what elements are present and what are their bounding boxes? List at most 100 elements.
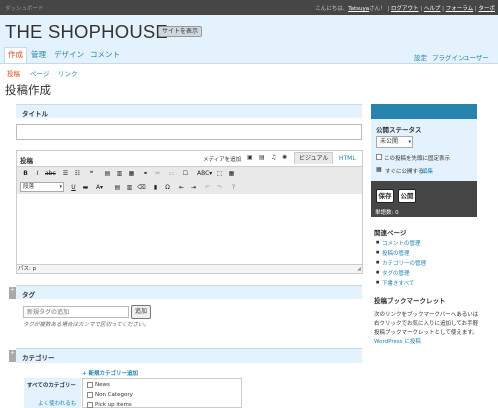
list-item[interactable]: コメントの管理 <box>376 239 426 249</box>
list-item[interactable]: カテゴリーの管理 <box>376 259 426 269</box>
kitchen-sink-icon[interactable]: ▦ <box>227 169 236 178</box>
turbo-link[interactable]: ターボ <box>478 6 495 12</box>
bookmarklet-text: 次のリンクをブックマークバーへあるいは右クリックでお気に入りに追加してお手軽投稿… <box>374 312 479 336</box>
dashboard-link[interactable]: ダッシュボード <box>5 4 44 12</box>
post-box-label: 投稿 <box>20 157 33 165</box>
category-checkbox[interactable] <box>87 402 93 408</box>
strikethrough-icon[interactable]: abc <box>45 169 56 178</box>
list-item[interactable]: タグの管理 <box>376 269 426 279</box>
blockquote-icon[interactable]: ❝ <box>87 169 96 178</box>
numbered-list-icon[interactable]: ☷ <box>73 169 82 178</box>
save-button[interactable]: 保存 <box>376 189 394 203</box>
menu-plugins[interactable]: プラグイン <box>432 52 465 62</box>
bold-icon[interactable]: B <box>21 169 30 178</box>
add-media-label: メディアを追加 <box>203 157 242 163</box>
submenu-post[interactable]: 投稿 <box>7 68 20 78</box>
bookmarklet-link[interactable]: WordPress に投稿 <box>374 339 421 345</box>
related-link[interactable]: 下書きすべて <box>382 281 414 287</box>
category-checkbox[interactable] <box>87 392 93 398</box>
submenu-page[interactable]: ページ <box>30 68 49 78</box>
categories-collapse-icon[interactable]: + <box>9 350 16 362</box>
editor-content[interactable] <box>17 194 362 264</box>
media-icon[interactable]: ▮ <box>151 183 160 192</box>
more-icon[interactable]: ▭ <box>167 169 176 178</box>
bookmarklet-text-block: 次のリンクをブックマークバーへあるいは右クリックでお気に入りに追加してお手軽投稿… <box>374 311 482 347</box>
bullet-list-icon[interactable]: ☰ <box>61 169 70 178</box>
menu-comments[interactable]: コメント <box>90 49 120 60</box>
tab-visual[interactable]: ビジュアル <box>294 152 334 164</box>
unlink-icon[interactable]: ⚮ <box>153 169 162 178</box>
add-category-link[interactable]: + 新規カテゴリー追加 <box>82 369 138 377</box>
link-icon[interactable]: ⚭ <box>141 169 150 178</box>
menu-manage[interactable]: 管理 <box>31 49 46 60</box>
title-box-label: タイトル <box>22 110 48 118</box>
undo-icon[interactable]: ↶ <box>203 183 212 192</box>
add-media-icon[interactable]: ✺ <box>282 154 287 161</box>
tab-html[interactable]: HTML <box>339 155 356 162</box>
greeting-suffix: さん！ <box>369 6 386 12</box>
status-select[interactable]: 未公開 ▾ <box>376 136 413 148</box>
publish-immediately-label: すぐに公開する <box>385 169 424 175</box>
related-link[interactable]: カテゴリーの管理 <box>382 261 426 267</box>
menu-design[interactable]: デザイン <box>54 49 84 60</box>
clear-format-icon[interactable]: ⌫ <box>137 183 146 192</box>
italic-icon[interactable]: I <box>33 169 42 178</box>
category-checkbox[interactable] <box>87 382 93 388</box>
status-select-value: 未公開 <box>380 138 399 145</box>
category-label: Pick up items <box>95 402 132 408</box>
indent-icon[interactable]: ⇥ <box>189 183 198 192</box>
paste-text-icon[interactable]: ▤ <box>113 183 122 192</box>
menu-settings[interactable]: 設定 <box>414 52 427 62</box>
menu-write[interactable]: 作成 <box>4 47 27 63</box>
list-item[interactable]: 投稿の管理 <box>376 249 426 259</box>
tags-hint: タグが複数ある場合はカンマで区切ってください。 <box>23 322 150 328</box>
editor-path: パス: p ◢ <box>17 264 362 273</box>
tags-box-header: タグ <box>16 285 362 299</box>
format-select[interactable]: 段落 ▾ <box>20 182 64 192</box>
outdent-icon[interactable]: ⇤ <box>177 183 186 192</box>
add-tag-button[interactable]: 追加 <box>131 305 151 319</box>
view-site-button[interactable]: サイトを表示 <box>158 26 203 37</box>
add-audio-icon[interactable]: ♫ <box>271 154 276 161</box>
publish-status-label: 公開ステータス <box>376 126 422 134</box>
page-break-icon[interactable]: ☐ <box>181 169 190 178</box>
title-input[interactable] <box>16 124 362 140</box>
menu-users[interactable]: ユーザー <box>463 52 489 62</box>
related-link[interactable]: タグの管理 <box>382 271 410 277</box>
help-link[interactable]: ヘルプ <box>424 6 441 12</box>
related-link[interactable]: コメントの管理 <box>382 241 421 247</box>
edit-timestamp-link[interactable]: 編集 <box>422 167 433 175</box>
tab-popular-categories[interactable]: よく使われるもの <box>38 399 81 408</box>
publish-box-bar <box>371 104 477 119</box>
tags-collapse-icon[interactable]: + <box>9 287 16 299</box>
tab-all-categories[interactable]: すべてのカテゴリー <box>27 381 76 389</box>
new-tag-input[interactable] <box>23 306 129 318</box>
align-center-icon[interactable]: ▥ <box>115 169 124 178</box>
spellcheck-icon[interactable]: ABC▾ <box>197 169 212 178</box>
editor-path-text: パス: p <box>18 266 37 272</box>
sticky-checkbox[interactable] <box>376 154 382 160</box>
fullscreen-icon[interactable]: ⬚ <box>215 169 224 178</box>
underline-icon[interactable]: U <box>69 183 78 192</box>
submenu-link[interactable]: リンク <box>58 68 78 78</box>
special-char-icon[interactable]: Ω <box>163 183 172 192</box>
logout-link[interactable]: ログアウト <box>391 6 419 12</box>
paste-word-icon[interactable]: ▥ <box>125 183 134 192</box>
justify-icon[interactable]: ▬ <box>81 183 90 192</box>
help-icon[interactable]: ? <box>229 183 238 192</box>
chevron-down-icon: ▾ <box>408 139 411 145</box>
top-bar: ダッシュボード こんにちは、Tatsuyaさん！ | ログアウト | ヘルプ |… <box>0 0 498 15</box>
related-link[interactable]: 投稿の管理 <box>382 251 410 257</box>
list-item[interactable]: 下書きすべて <box>376 279 426 289</box>
add-video-icon[interactable]: ▤ <box>259 154 265 161</box>
text-color-icon[interactable]: A▾ <box>95 183 104 192</box>
resize-handle-icon[interactable]: ◢ <box>357 265 361 273</box>
category-list: News Non Category Pick up items <box>82 378 242 408</box>
forum-link[interactable]: フォーラム <box>446 6 473 12</box>
align-left-icon[interactable]: ▤ <box>103 169 112 178</box>
add-image-icon[interactable]: ▣ <box>247 154 253 161</box>
publish-button[interactable]: 公開 <box>398 189 416 203</box>
align-right-icon[interactable]: ▦ <box>127 169 136 178</box>
username-link[interactable]: Tatsuya <box>348 6 369 12</box>
redo-icon[interactable]: ↷ <box>215 183 224 192</box>
